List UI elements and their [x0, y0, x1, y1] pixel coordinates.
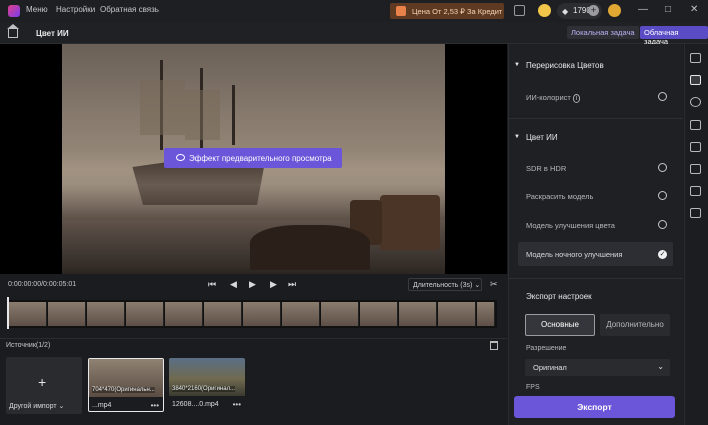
- source-item[interactable]: 3840*2160(Оригинал... 12608....0.mp4 •••: [169, 358, 245, 412]
- source-filename: ...mp4: [92, 402, 112, 409]
- skip-forward-icon[interactable]: ⏭: [288, 279, 296, 290]
- frame-tool-icon[interactable]: [690, 208, 701, 218]
- export-settings-title: Экспорт настроек: [526, 292, 592, 301]
- timeline-frame: [9, 302, 47, 326]
- ship-sail: [140, 80, 185, 135]
- option-sdr-hdr[interactable]: SDR в HDR: [526, 164, 566, 173]
- diamond-icon: ◆: [562, 7, 569, 16]
- option-night-enhance[interactable]: Модель ночного улучшения: [526, 250, 622, 259]
- source-item[interactable]: 704*470(Оригинальн... ...mp4 •••: [88, 358, 164, 412]
- template-icon[interactable]: [514, 5, 525, 16]
- gift-icon: [396, 6, 406, 16]
- edit-tool-icon[interactable]: [690, 142, 701, 152]
- credits-pill[interactable]: ◆ 1790 +: [557, 3, 602, 19]
- section-color-repaint[interactable]: Перерисовка Цветов: [526, 61, 604, 70]
- close-button[interactable]: ✕: [690, 4, 698, 15]
- option-color-enhance[interactable]: Модель улучшения цвета: [526, 221, 615, 230]
- timeline-frame: [321, 302, 359, 326]
- radio-colorize[interactable]: [658, 191, 667, 200]
- eye-icon: [176, 154, 185, 161]
- page-title: Цвет ИИ: [36, 29, 69, 38]
- play-icon[interactable]: ▶: [249, 279, 256, 290]
- skip-back-icon[interactable]: ⏮: [208, 279, 216, 290]
- timeline-frame: [282, 302, 320, 326]
- plus-icon: +: [38, 374, 47, 390]
- ship-mast: [232, 85, 235, 145]
- ship-sail: [185, 90, 220, 140]
- video-tool-icon[interactable]: [690, 53, 701, 63]
- chevron-down-icon: ⌄: [474, 282, 481, 289]
- minimize-button[interactable]: —: [638, 4, 648, 15]
- timeline-frame: [477, 302, 495, 326]
- section-ai-color[interactable]: Цвет ИИ: [526, 133, 558, 142]
- more-icon[interactable]: •••: [233, 400, 241, 409]
- collapse-icon[interactable]: ▼: [514, 62, 520, 68]
- sources-label: Источник(1/2): [6, 342, 51, 349]
- playhead[interactable]: [7, 297, 9, 329]
- timeline-frame: [360, 302, 398, 326]
- resolution-label: Разрешение: [526, 345, 567, 352]
- more-icon[interactable]: •••: [151, 401, 159, 410]
- step-back-icon[interactable]: ◀: [230, 279, 237, 290]
- enhance-tool-icon[interactable]: [690, 97, 701, 107]
- option-ai-colorist: ИИ-колорист i: [526, 93, 581, 103]
- coin-icon[interactable]: [538, 4, 551, 17]
- tab-cloud-task[interactable]: Облачная задача: [640, 26, 708, 46]
- resolution-select[interactable]: Оригинал ⌄: [525, 359, 670, 376]
- basic-tab-button[interactable]: Основные: [525, 314, 595, 336]
- preview-effect-button[interactable]: Эффект предварительного просмотра: [164, 148, 342, 168]
- source-filename: 12608....0.mp4: [172, 401, 219, 408]
- timeline-frame: [204, 302, 242, 326]
- timeline-frame: [48, 302, 86, 326]
- barrel: [380, 195, 440, 250]
- crop-tool-icon[interactable]: [690, 120, 701, 130]
- timeline-frame: [165, 302, 203, 326]
- timeline-frame: [243, 302, 281, 326]
- timeline-frame: [399, 302, 437, 326]
- timecode: 0:00:00:00/0:00:05:01: [8, 281, 77, 288]
- radio-sdr-hdr[interactable]: [658, 163, 667, 172]
- option-colorize[interactable]: Раскрасить модель: [526, 192, 593, 201]
- radio-color-enhance[interactable]: [658, 220, 667, 229]
- import-button[interactable]: + Другой импорт ⌄: [6, 357, 82, 414]
- subtitle-tool-icon[interactable]: [690, 186, 701, 196]
- promo-banner[interactable]: Цена От 2,53 ₽ За Кредит: [390, 3, 504, 19]
- divider: [508, 118, 683, 119]
- collapse-icon[interactable]: ▼: [514, 134, 520, 140]
- info-icon: i: [572, 94, 581, 103]
- menu-item-menu[interactable]: Меню: [26, 5, 48, 14]
- app-logo: [8, 5, 20, 17]
- radio-ai-colorist[interactable]: [658, 92, 667, 101]
- timeline-frame: [438, 302, 476, 326]
- eraser-tool-icon[interactable]: [690, 164, 701, 174]
- trash-icon[interactable]: [490, 341, 498, 350]
- avatar[interactable]: [608, 4, 621, 17]
- tab-local-task[interactable]: Локальная задача: [567, 26, 639, 39]
- divider: [508, 278, 683, 279]
- add-credits-icon[interactable]: +: [588, 5, 599, 16]
- menu-item-settings[interactable]: Настройки: [56, 5, 95, 14]
- color-tool-icon[interactable]: [690, 75, 701, 85]
- chevron-down-icon: ⌄: [657, 362, 664, 371]
- advanced-tab-button[interactable]: Дополнительно: [600, 314, 670, 336]
- check-icon[interactable]: ✓: [658, 250, 667, 259]
- step-forward-icon[interactable]: ▶: [270, 279, 277, 290]
- import-label: Другой импорт ⌄: [9, 403, 65, 410]
- menu-item-feedback[interactable]: Обратная связь: [100, 5, 159, 14]
- home-icon[interactable]: [8, 28, 18, 38]
- scissors-icon[interactable]: ✂: [490, 279, 498, 290]
- timeline-frame: [126, 302, 164, 326]
- rope-pile: [250, 225, 370, 270]
- maximize-button[interactable]: □: [665, 4, 671, 15]
- export-button[interactable]: Экспорт: [514, 396, 675, 418]
- duration-select[interactable]: Длительность (3s) ⌄: [408, 278, 482, 291]
- timeline-frame: [87, 302, 125, 326]
- fps-label: FPS: [526, 384, 540, 391]
